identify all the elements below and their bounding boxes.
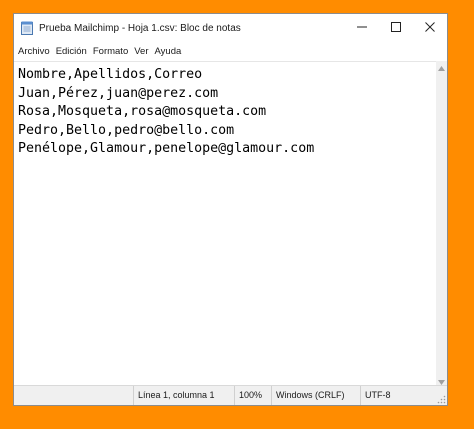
- window-title: Prueba Mailchimp - Hoja 1.csv: Bloc de n…: [39, 22, 241, 34]
- notepad-window: Prueba Mailchimp - Hoja 1.csv: Bloc de n…: [13, 13, 448, 406]
- maximize-button[interactable]: [379, 14, 413, 42]
- window-controls: [345, 14, 447, 42]
- status-encoding: UTF-8: [360, 386, 391, 405]
- status-cursor-position: Línea 1, columna 1: [133, 386, 215, 405]
- editor-line: Penélope,Glamour,penelope@glamour.com: [18, 141, 315, 156]
- scroll-up-button[interactable]: [436, 61, 447, 72]
- editor-line: Nombre,Apellidos,Correo: [18, 67, 203, 82]
- vertical-scrollbar[interactable]: [436, 61, 447, 386]
- minimize-button[interactable]: [345, 14, 379, 42]
- status-bar: Línea 1, columna 1 100% Windows (CRLF) U…: [14, 385, 447, 405]
- editor-line: Juan,Pérez,juan@perez.com: [18, 85, 219, 101]
- menu-archivo[interactable]: Archivo: [15, 46, 53, 57]
- chevron-up-icon: [438, 58, 445, 76]
- resize-grip-icon[interactable]: [437, 395, 446, 404]
- menu-ver[interactable]: Ver: [131, 46, 151, 57]
- status-line-endings: Windows (CRLF): [271, 386, 345, 405]
- editor-line: Pedro,Bello,pedro@bello.com: [18, 122, 235, 138]
- close-icon: [425, 19, 435, 37]
- close-button[interactable]: [413, 14, 447, 42]
- maximize-icon: [391, 19, 401, 37]
- minimize-icon: [357, 19, 367, 37]
- menu-ayuda[interactable]: Ayuda: [152, 46, 185, 57]
- editor-line: Rosa,Mosqueta,rosa@mosqueta.com: [18, 104, 267, 119]
- title-bar[interactable]: Prueba Mailchimp - Hoja 1.csv: Bloc de n…: [14, 14, 447, 42]
- menu-bar: Archivo Edición Formato Ver Ayuda: [14, 42, 447, 60]
- menu-formato[interactable]: Formato: [90, 46, 131, 57]
- text-editor[interactable]: Nombre,Apellidos,Correo Juan,Pérez,juan@…: [14, 61, 437, 386]
- status-zoom: 100%: [234, 386, 262, 405]
- menu-edicion[interactable]: Edición: [53, 46, 90, 57]
- notepad-icon: [21, 21, 33, 35]
